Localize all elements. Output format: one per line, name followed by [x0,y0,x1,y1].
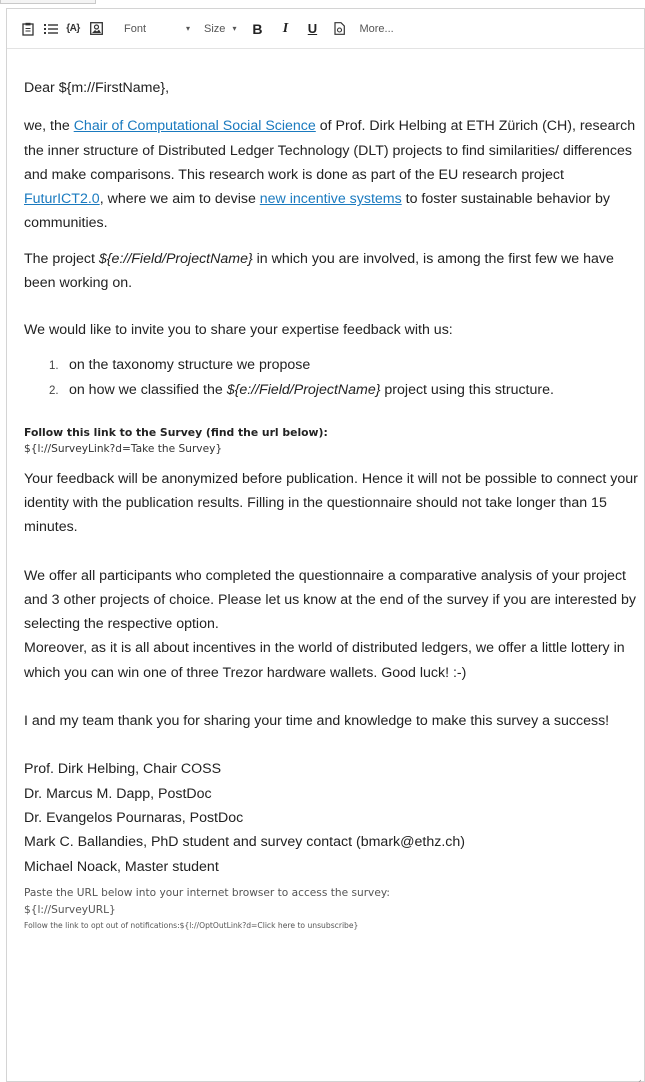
survey-link[interactable]: ${l://SurveyLink?d=Take the Survey} [24,441,639,457]
size-dropdown[interactable]: Size ▾ [204,17,236,41]
font-dropdown-label: Font [124,22,147,35]
lottery-paragraph: Moreover, as it is all about incentives … [24,640,625,681]
editor-top-tab [0,0,96,4]
chevron-down-icon: ▾ [232,24,237,33]
signature-line: Prof. Dirk Helbing, Chair COSS [24,761,222,778]
opt-out-notice[interactable]: Follow the link to opt out of notificati… [24,919,639,933]
list-item-number: 1. [49,359,59,372]
signature-line: Michael Noack, Master student [24,858,219,875]
email-editor[interactable]: {A} Font ▾ Size ▾ B I U More... Dear ${m… [6,8,645,1082]
thanks-paragraph: I and my team thank you for sharing your… [24,713,610,730]
signature-line: Dr. Marcus M. Dapp, PostDoc [24,785,212,802]
futurict-link[interactable]: FuturICT2.0 [24,191,100,207]
incentive-systems-link[interactable]: new incentive systems [260,191,402,207]
insert-image-icon[interactable] [88,17,104,41]
project-name-field: ${e://Field/ProjectName} [98,250,253,267]
survey-url[interactable]: ${l://SurveyURL} [24,902,639,919]
offer-paragraph: We offer all participants who completed … [24,567,636,633]
size-dropdown-label: Size [204,22,226,35]
paste-icon[interactable] [20,17,36,41]
project-text-1: The project [24,250,99,267]
greeting: Dear ${m://FirstName}, [24,80,170,96]
chair-link[interactable]: Chair of Computational Social Science [74,118,316,134]
resize-handle-icon[interactable] [635,1072,642,1082]
intro-paragraph: we, the Chair of Computational Social Sc… [24,114,639,235]
project-paragraph: The project ${e://Field/ProjectName} in … [24,247,639,296]
feedback-list: 1. on the taxonomy structure we propose … [49,353,639,404]
paste-url-instruction: Paste the URL below into your internet b… [24,886,390,899]
intro-text-3: , where we aim to devise [99,191,260,208]
project-name-field: ${e://Field/ProjectName} [226,382,381,399]
signature-line: Mark C. Ballandies, PhD student and surv… [24,834,466,851]
chevron-down-icon: ▾ [186,24,191,33]
editor-toolbar: {A} Font ▾ Size ▾ B I U More... [7,9,644,49]
signature-line: Dr. Evangelos Pournaras, PostDoc [24,809,244,826]
email-body[interactable]: Dear ${m://FirstName}, we, the Chair of … [7,49,639,933]
survey-link-block: Follow this link to the Survey (find the… [24,425,639,457]
anonymization-paragraph: Your feedback will be anonymized before … [24,470,638,536]
list-item-text-end: project using this structure. [380,382,554,399]
signature-block: Prof. Dirk Helbing, Chair COSS Dr. Marcu… [24,757,639,878]
list-item: 1. on the taxonomy structure we propose [49,353,639,379]
list-item-text: on the taxonomy structure we propose [68,356,311,373]
font-dropdown[interactable]: Font ▾ [124,17,190,41]
intro-text-1: we, the [24,118,74,135]
bulleted-list-icon[interactable] [43,17,59,41]
source-code-icon[interactable] [333,17,345,41]
list-item-number: 2. [49,385,59,398]
more-button[interactable]: More... [359,17,393,41]
piped-text-icon[interactable]: {A} [64,17,82,41]
list-item-text: on how we classified the [68,382,227,399]
invite-paragraph: We would like to invite you to share you… [24,322,453,339]
italic-button[interactable]: I [279,17,291,41]
bold-button[interactable]: B [250,17,264,41]
list-item: 2. on how we classified the ${e://Field/… [49,378,639,404]
survey-link-heading: Follow this link to the Survey (find the… [24,425,328,439]
underline-button[interactable]: U [306,17,318,41]
survey-footer: Paste the URL below into your internet b… [24,885,639,933]
